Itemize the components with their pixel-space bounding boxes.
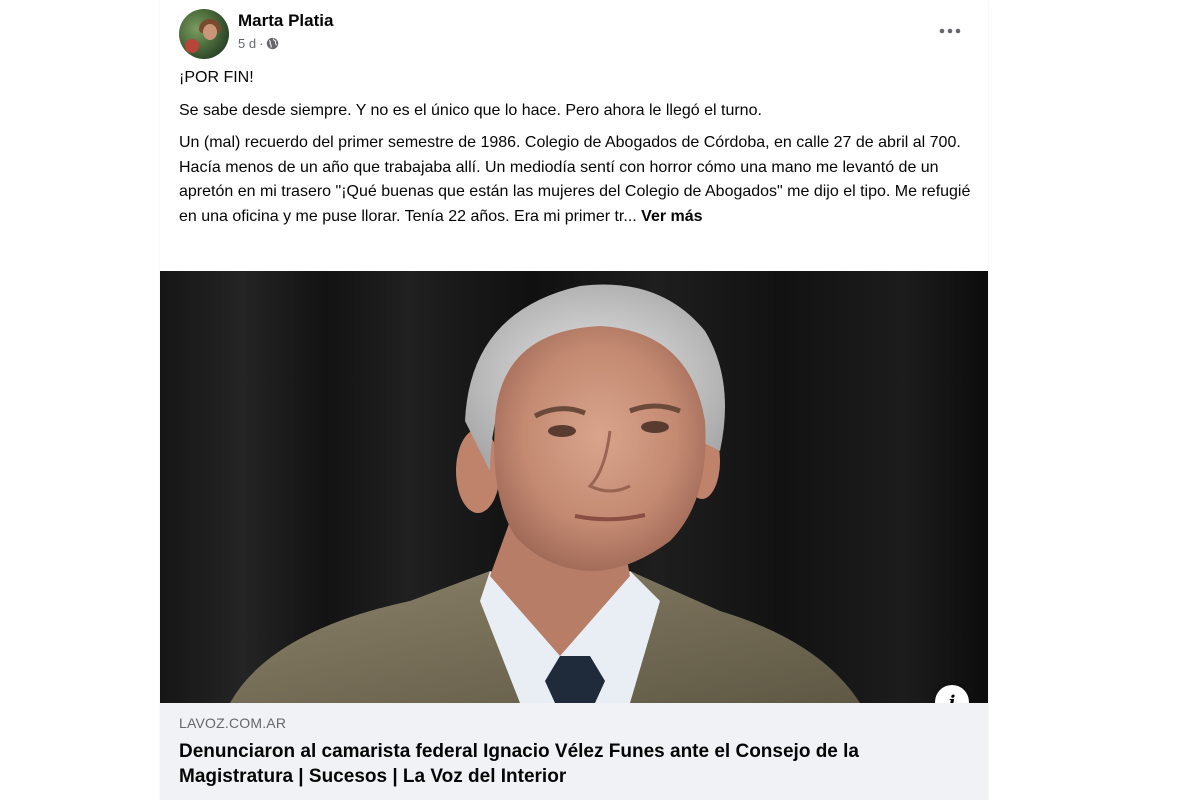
more-options-icon xyxy=(939,28,961,34)
feed-post: Marta Platia 5 d · ¡POR FIN! Se sabe des… xyxy=(160,0,988,800)
see-more-link[interactable]: Ver más xyxy=(641,208,702,225)
globe-icon xyxy=(266,37,279,50)
link-title[interactable]: Denunciaron al camarista federal Ignacio… xyxy=(179,739,959,789)
post-text-line: Se sabe desde siempre. Y no es el único … xyxy=(179,101,762,119)
link-preview-image[interactable] xyxy=(160,271,988,703)
author-name[interactable]: Marta Platia xyxy=(238,11,333,31)
link-preview-card[interactable]: LAVOZ.COM.AR Denunciaron al camarista fe… xyxy=(160,703,988,800)
post-text-line: ¡POR FIN! xyxy=(179,69,254,86)
post-text-paragraph: Un (mal) recuerdo del primer semestre de… xyxy=(179,131,974,229)
more-options-button[interactable] xyxy=(932,16,968,46)
post-header: Marta Platia 5 d · xyxy=(160,0,988,62)
meta-separator: · xyxy=(259,36,264,51)
post-meta: 5 d · xyxy=(238,36,279,51)
post-text-truncated: Un (mal) recuerdo del primer semestre de… xyxy=(179,134,971,225)
avatar[interactable] xyxy=(179,9,229,59)
post-timestamp[interactable]: 5 d xyxy=(238,36,256,51)
post-body: ¡POR FIN! Se sabe desde siempre. Y no es… xyxy=(179,66,974,237)
link-domain: LAVOZ.COM.AR xyxy=(179,715,287,731)
